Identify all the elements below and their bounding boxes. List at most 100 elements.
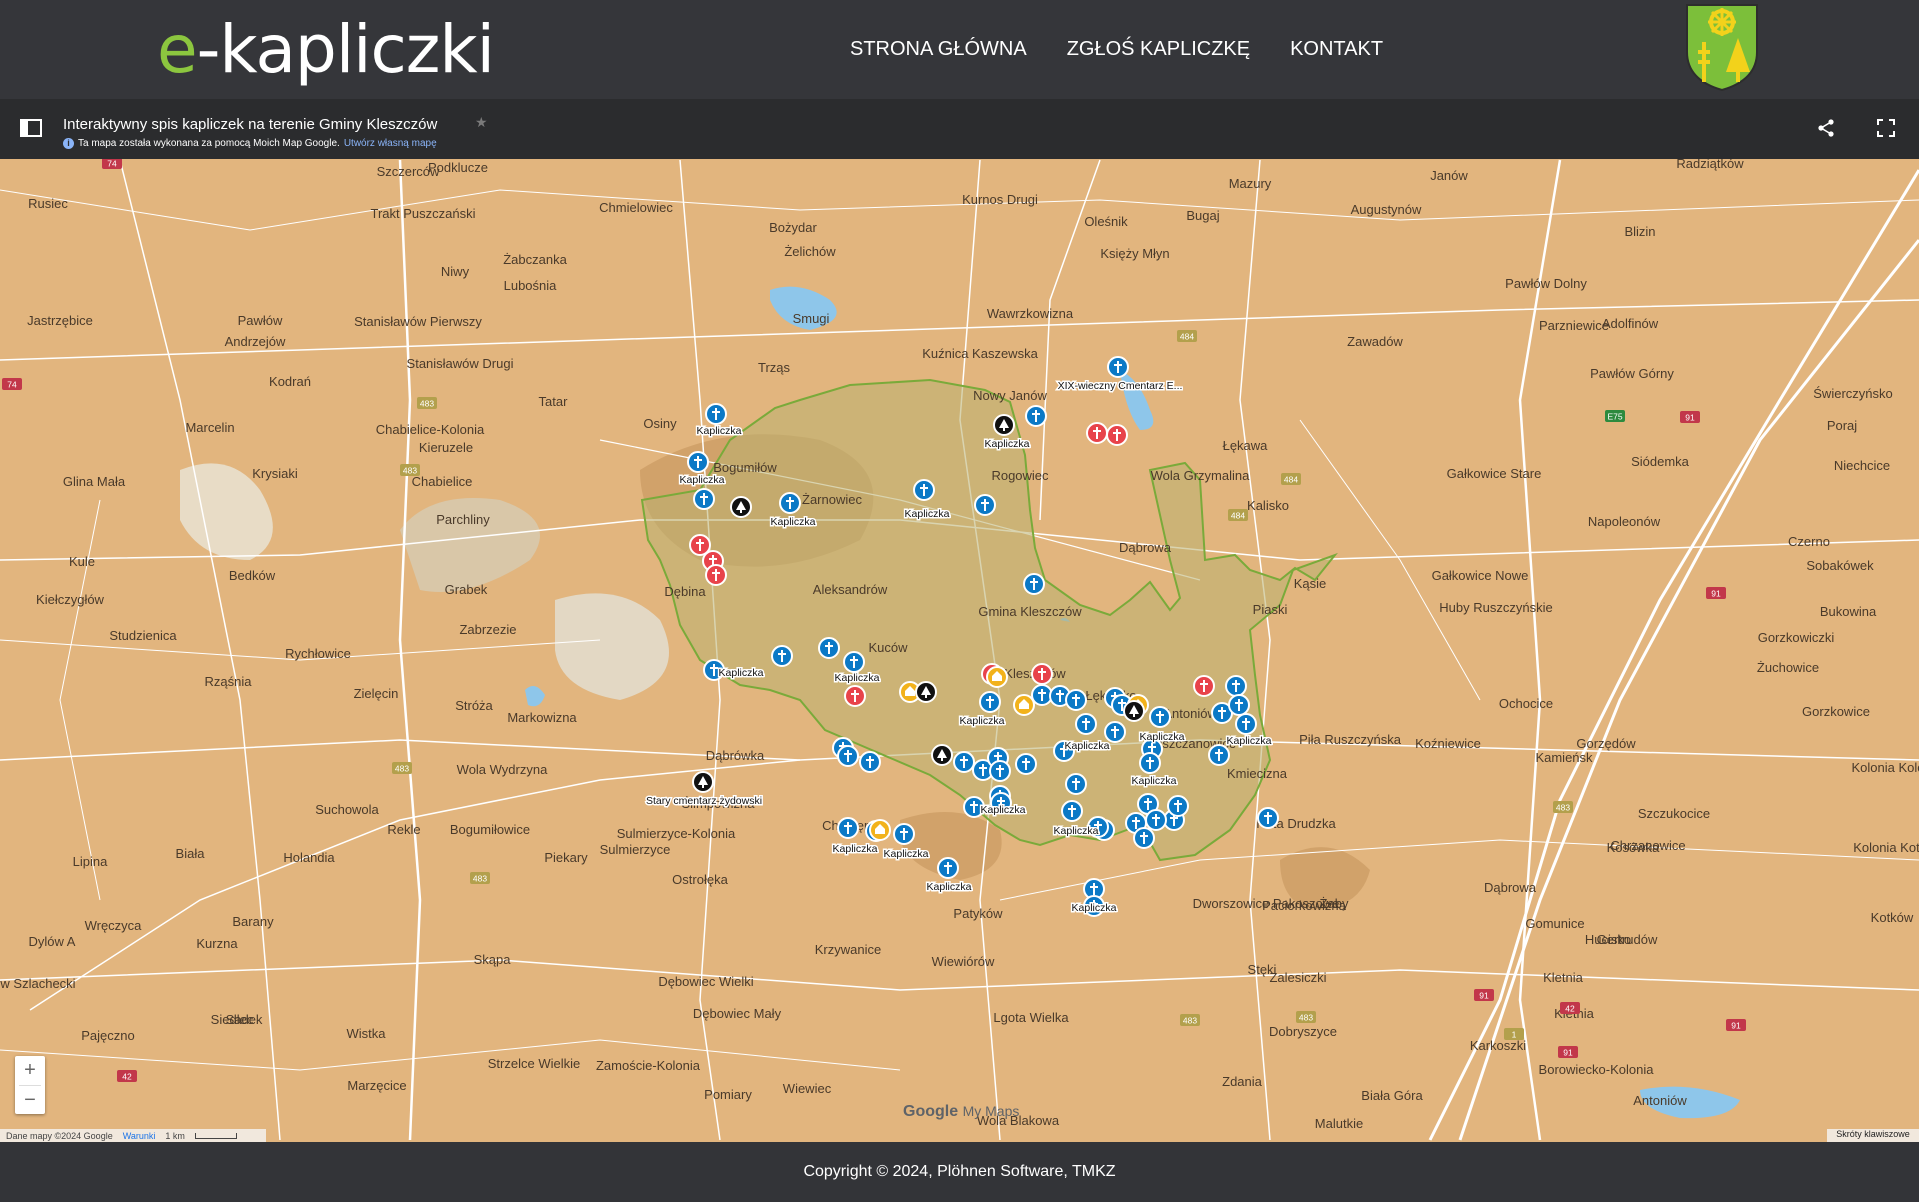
place-label: Kule	[69, 554, 95, 569]
chapel-marker[interactable]	[706, 404, 726, 424]
place-label: Gałkowice Stare	[1447, 466, 1542, 481]
chapel-marker[interactable]	[1066, 774, 1086, 794]
place-label: Bukowina	[1820, 604, 1877, 619]
chapel-marker[interactable]	[994, 415, 1014, 435]
chapel-marker[interactable]	[980, 692, 1000, 712]
terms-link[interactable]: Warunki	[123, 1131, 156, 1141]
road-badge-number: 483	[1556, 803, 1570, 813]
place-label: Sulmierzyce-Kolonia	[617, 826, 736, 841]
chapel-marker[interactable]	[694, 489, 714, 509]
road-badge-number: 74	[107, 159, 117, 169]
share-icon[interactable]	[1816, 118, 1836, 138]
chapel-marker[interactable]	[780, 493, 800, 513]
chapel-marker[interactable]	[860, 752, 880, 772]
chapel-marker[interactable]	[894, 824, 914, 844]
marker-label: Kapliczka	[884, 848, 929, 860]
place-label: Kamieńsk	[1535, 750, 1593, 765]
chapel-marker[interactable]	[1032, 664, 1052, 684]
chapel-marker[interactable]	[914, 480, 934, 500]
place-label: Gomunice	[1525, 916, 1584, 931]
legend-toggle-icon[interactable]	[20, 119, 42, 137]
chapel-marker[interactable]	[1105, 722, 1125, 742]
place-label: Sobakówek	[1806, 558, 1874, 573]
chapel-marker[interactable]	[1087, 423, 1107, 443]
chapel-marker[interactable]	[1026, 406, 1046, 426]
chapel-marker[interactable]	[1134, 828, 1154, 848]
chapel-marker[interactable]	[838, 746, 858, 766]
chapel-marker[interactable]	[1076, 714, 1096, 734]
chapel-marker[interactable]	[1032, 685, 1052, 705]
place-label: Parchliny	[436, 512, 490, 527]
place-label: Żabczanka	[503, 252, 567, 267]
chapel-marker[interactable]	[1194, 676, 1214, 696]
place-label: Kiełczygłów	[36, 592, 105, 607]
place-label: Antoniów	[1633, 1093, 1687, 1108]
chapel-marker[interactable]	[838, 818, 858, 838]
chapel-marker[interactable]	[1150, 707, 1170, 727]
road-badge-number: 91	[1711, 589, 1721, 599]
place-label: Kmiecizna	[1227, 766, 1288, 781]
map-canvas[interactable]: SzczercówPodkluczeRusiecChmielowiecKurno…	[0, 159, 1919, 1142]
chapel-marker[interactable]	[1146, 810, 1166, 830]
star-icon[interactable]: ★	[475, 114, 488, 131]
scale-label[interactable]: 1 km	[165, 1131, 185, 1141]
chapel-marker[interactable]	[819, 638, 839, 658]
zoom-out-button[interactable]: −	[15, 1086, 45, 1115]
map-subtitle: i Ta mapa została wykonana za pomocą Moi…	[63, 138, 437, 149]
chapel-marker[interactable]	[938, 858, 958, 878]
chapel-marker[interactable]	[1236, 714, 1256, 734]
map-svg[interactable]: SzczercówPodkluczeRusiecChmielowiecKurno…	[0, 159, 1919, 1142]
chapel-marker[interactable]	[954, 752, 974, 772]
nav-contact[interactable]: KONTAKT	[1290, 38, 1383, 61]
map-attribution: Dane mapy ©2024 Google Warunki 1 km	[0, 1129, 266, 1142]
create-map-link[interactable]: Utwórz własną mapę	[344, 138, 437, 149]
place-label: Krysiaki	[252, 466, 298, 481]
chapel-marker[interactable]	[975, 495, 995, 515]
chapel-marker[interactable]	[1258, 808, 1278, 828]
marker-label: Kapliczka	[833, 843, 878, 855]
chapel-marker[interactable]	[845, 686, 865, 706]
road-badge-number: 91	[1563, 1048, 1573, 1058]
chapel-marker[interactable]	[987, 667, 1007, 687]
chapel-marker[interactable]	[1062, 801, 1082, 821]
chapel-marker[interactable]	[693, 772, 713, 792]
chapel-marker[interactable]	[916, 682, 936, 702]
chapel-marker[interactable]	[688, 452, 708, 472]
place-label: Bogumiłów	[713, 460, 777, 475]
chapel-marker[interactable]	[772, 646, 792, 666]
chapel-marker[interactable]	[731, 497, 751, 517]
chapel-marker[interactable]	[990, 761, 1010, 781]
place-label: Łękawa	[1223, 438, 1269, 453]
site-logo[interactable]: e-kapliczki	[157, 0, 494, 99]
road-badge-number: 74	[7, 380, 17, 390]
chapel-marker[interactable]	[1014, 695, 1034, 715]
chapel-marker[interactable]	[1226, 676, 1246, 696]
chapel-marker[interactable]	[844, 652, 864, 672]
place-label: Bugaj	[1186, 208, 1219, 223]
road-badge-number: 91	[1479, 991, 1489, 1001]
chapel-marker[interactable]	[1107, 425, 1127, 445]
place-label: Kurzna	[196, 936, 238, 951]
place-label: Kodrań	[269, 374, 311, 389]
chapel-marker[interactable]	[1066, 690, 1086, 710]
place-label: Piaski	[1253, 602, 1288, 617]
chapel-marker[interactable]	[706, 565, 726, 585]
chapel-marker[interactable]	[1016, 754, 1036, 774]
nav-report-chapel[interactable]: ZGŁOŚ KAPLICZKĘ	[1067, 38, 1250, 61]
chapel-marker[interactable]	[1108, 357, 1128, 377]
nav-home[interactable]: STRONA GŁÓWNA	[850, 38, 1027, 61]
chapel-marker[interactable]	[1229, 695, 1249, 715]
chapel-marker[interactable]	[1024, 574, 1044, 594]
place-label: Mazury	[1229, 176, 1272, 191]
copyright-text: Copyright © 2024, Plöhnen Software, TMKZ	[803, 1163, 1115, 1180]
chapel-marker[interactable]	[1124, 701, 1144, 721]
zoom-in-button[interactable]: +	[15, 1056, 45, 1085]
chapel-marker[interactable]	[1168, 796, 1188, 816]
keyboard-shortcuts-link[interactable]: Skróty klawiszowe	[1827, 1129, 1919, 1142]
place-label: Koźniewice	[1415, 736, 1481, 751]
chapel-marker[interactable]	[1140, 753, 1160, 773]
chapel-marker[interactable]	[870, 820, 890, 840]
fullscreen-icon[interactable]	[1876, 118, 1896, 138]
chapel-marker[interactable]	[932, 745, 952, 765]
chapel-marker[interactable]	[1209, 745, 1229, 765]
